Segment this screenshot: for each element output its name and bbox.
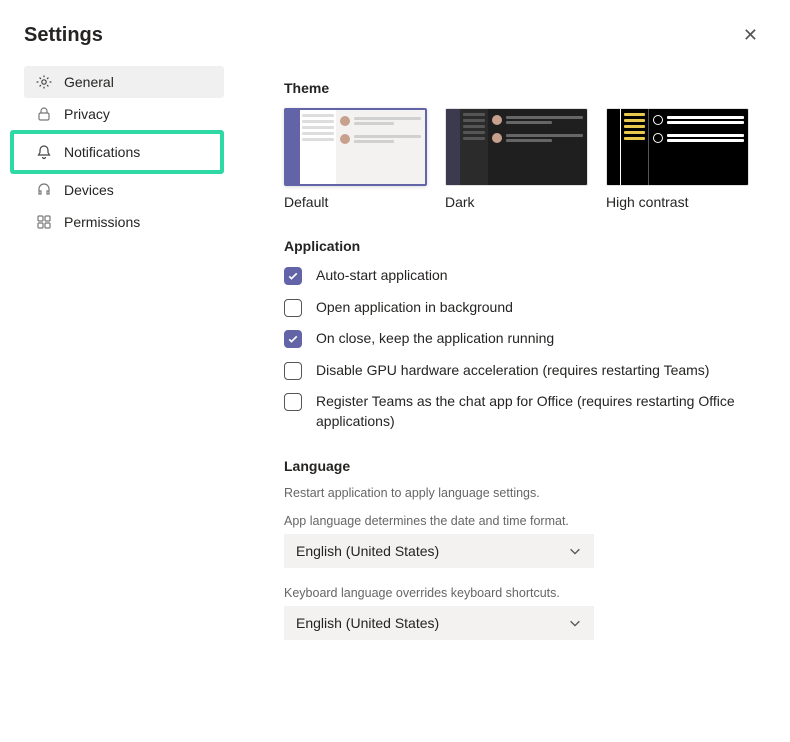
language-restart-hint: Restart application to apply language se… bbox=[284, 486, 766, 500]
lock-icon bbox=[36, 106, 52, 122]
checkbox-label: On close, keep the application running bbox=[316, 329, 554, 349]
checkbox-keep-running-on-close[interactable]: On close, keep the application running bbox=[284, 329, 766, 349]
theme-option-high-contrast[interactable]: High contrast bbox=[606, 108, 749, 210]
bell-icon bbox=[36, 144, 52, 160]
sidebar-item-permissions[interactable]: Permissions bbox=[24, 206, 224, 238]
keyboard-language-select[interactable]: English (United States) bbox=[284, 606, 594, 640]
select-value: English (United States) bbox=[296, 615, 439, 631]
theme-option-default[interactable]: Default bbox=[284, 108, 427, 210]
theme-label: Dark bbox=[445, 194, 588, 210]
checkbox-register-chat-app[interactable]: Register Teams as the chat app for Offic… bbox=[284, 392, 766, 431]
sidebar-item-label: General bbox=[64, 74, 114, 90]
settings-content: Theme Default bbox=[284, 66, 766, 658]
theme-preview-default bbox=[284, 108, 427, 186]
keyboard-language-label: Keyboard language overrides keyboard sho… bbox=[284, 586, 766, 600]
theme-label: Default bbox=[284, 194, 427, 210]
sidebar-item-label: Notifications bbox=[64, 144, 140, 160]
checkbox-label: Disable GPU hardware acceleration (requi… bbox=[316, 361, 709, 381]
headset-icon bbox=[36, 182, 52, 198]
chevron-down-icon bbox=[568, 544, 582, 558]
checkbox-label: Open application in background bbox=[316, 298, 513, 318]
checkbox-auto-start[interactable]: Auto-start application bbox=[284, 266, 766, 286]
checkbox-icon bbox=[284, 299, 302, 317]
checkbox-icon bbox=[284, 362, 302, 380]
application-section-title: Application bbox=[284, 238, 766, 254]
theme-label: High contrast bbox=[606, 194, 749, 210]
select-value: English (United States) bbox=[296, 543, 439, 559]
gear-icon bbox=[36, 74, 52, 90]
sidebar-item-label: Devices bbox=[64, 182, 114, 198]
sidebar-item-label: Privacy bbox=[64, 106, 110, 122]
checkbox-disable-gpu[interactable]: Disable GPU hardware acceleration (requi… bbox=[284, 361, 766, 381]
checkbox-icon bbox=[284, 393, 302, 411]
theme-preview-high-contrast bbox=[606, 108, 749, 186]
sidebar-item-label: Permissions bbox=[64, 214, 140, 230]
theme-option-dark[interactable]: Dark bbox=[445, 108, 588, 210]
language-section-title: Language bbox=[284, 458, 766, 474]
close-button[interactable]: ✕ bbox=[735, 22, 766, 48]
app-language-label: App language determines the date and tim… bbox=[284, 514, 766, 528]
theme-section-title: Theme bbox=[284, 80, 766, 96]
chevron-down-icon bbox=[568, 616, 582, 630]
sidebar-item-general[interactable]: General bbox=[24, 66, 224, 98]
checkbox-label: Auto-start application bbox=[316, 266, 448, 286]
settings-sidebar: General Privacy Notifications Devices Pe bbox=[24, 66, 224, 658]
sidebar-item-privacy[interactable]: Privacy bbox=[24, 98, 224, 130]
close-icon: ✕ bbox=[743, 25, 758, 45]
page-title: Settings bbox=[24, 24, 103, 47]
apps-icon bbox=[36, 214, 52, 230]
sidebar-item-devices[interactable]: Devices bbox=[24, 174, 224, 206]
checkbox-icon bbox=[284, 330, 302, 348]
checkbox-label: Register Teams as the chat app for Offic… bbox=[316, 392, 746, 431]
checkbox-open-in-background[interactable]: Open application in background bbox=[284, 298, 766, 318]
checkbox-icon bbox=[284, 267, 302, 285]
sidebar-item-notifications[interactable]: Notifications bbox=[10, 130, 224, 174]
app-language-select[interactable]: English (United States) bbox=[284, 534, 594, 568]
theme-preview-dark bbox=[445, 108, 588, 186]
